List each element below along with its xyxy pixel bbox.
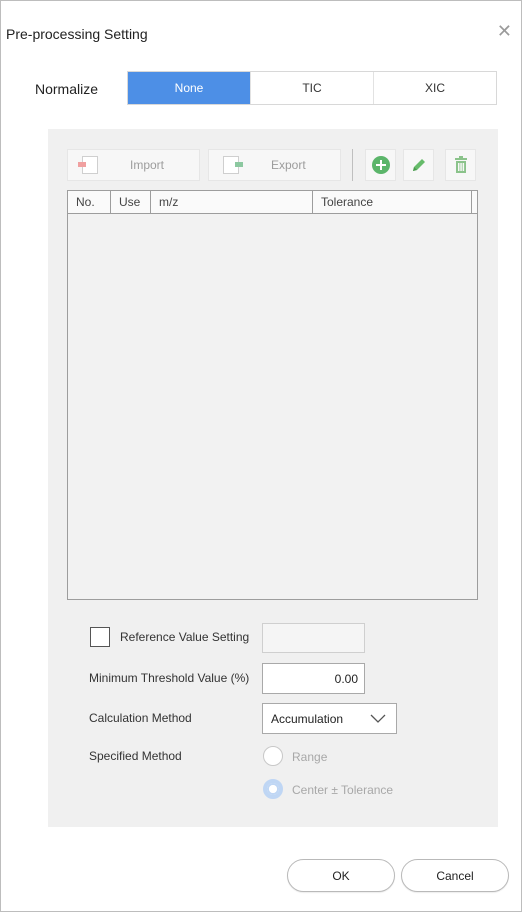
normalize-segmented-control: None TIC XIC (127, 71, 497, 105)
xic-settings-panel: Import Export No. Use m/z Tolerance Refe… (48, 129, 498, 827)
center-tolerance-radio-label: Center ± Tolerance (292, 783, 394, 797)
xic-table[interactable]: No. Use m/z Tolerance (67, 190, 478, 600)
threshold-label: Minimum Threshold Value (%) (89, 671, 250, 685)
calculation-method-select[interactable]: Accumulation (262, 703, 397, 734)
table-header: No. Use m/z Tolerance (68, 191, 477, 214)
calculation-method-label: Calculation Method (89, 711, 192, 725)
reference-value-checkbox[interactable] (90, 627, 110, 647)
specified-method-label: Specified Method (89, 749, 182, 763)
reference-value-input[interactable] (262, 623, 365, 653)
import-label: Import (130, 158, 165, 172)
import-button[interactable]: Import (67, 149, 200, 181)
threshold-input[interactable]: 0.00 (262, 663, 365, 694)
normalize-option-tic[interactable]: TIC (250, 72, 373, 104)
export-label: Export (271, 158, 306, 172)
toolbar-separator (352, 149, 353, 181)
column-header-use[interactable]: Use (111, 191, 151, 213)
calculation-method-value: Accumulation (271, 711, 344, 726)
ok-button[interactable]: OK (287, 859, 395, 892)
range-radio-label: Range (292, 750, 328, 764)
delete-row-button[interactable] (445, 149, 476, 181)
import-icon (78, 156, 98, 174)
column-header-mz[interactable]: m/z (151, 191, 313, 213)
range-radio[interactable] (263, 746, 283, 766)
dialog-title: Pre-processing Setting (6, 26, 148, 42)
add-icon (371, 156, 390, 174)
normalize-label: Normalize (35, 81, 99, 97)
reference-value-label: Reference Value Setting (120, 630, 250, 644)
cancel-button[interactable]: Cancel (401, 859, 509, 892)
export-button[interactable]: Export (208, 149, 341, 181)
close-icon[interactable]: ✕ (497, 21, 512, 42)
column-header-no[interactable]: No. (68, 191, 111, 213)
add-row-button[interactable] (365, 149, 396, 181)
normalize-option-xic[interactable]: XIC (373, 72, 496, 104)
edit-row-button[interactable] (403, 149, 434, 181)
center-tolerance-radio[interactable] (263, 779, 283, 799)
preprocessing-dialog: Pre-processing Setting ✕ Normalize None … (0, 0, 522, 912)
export-icon (223, 156, 243, 174)
column-header-tolerance[interactable]: Tolerance (313, 191, 472, 213)
chevron-down-icon (370, 714, 386, 723)
trash-icon (454, 156, 467, 173)
pencil-icon (412, 159, 425, 171)
normalize-option-none[interactable]: None (128, 72, 250, 104)
